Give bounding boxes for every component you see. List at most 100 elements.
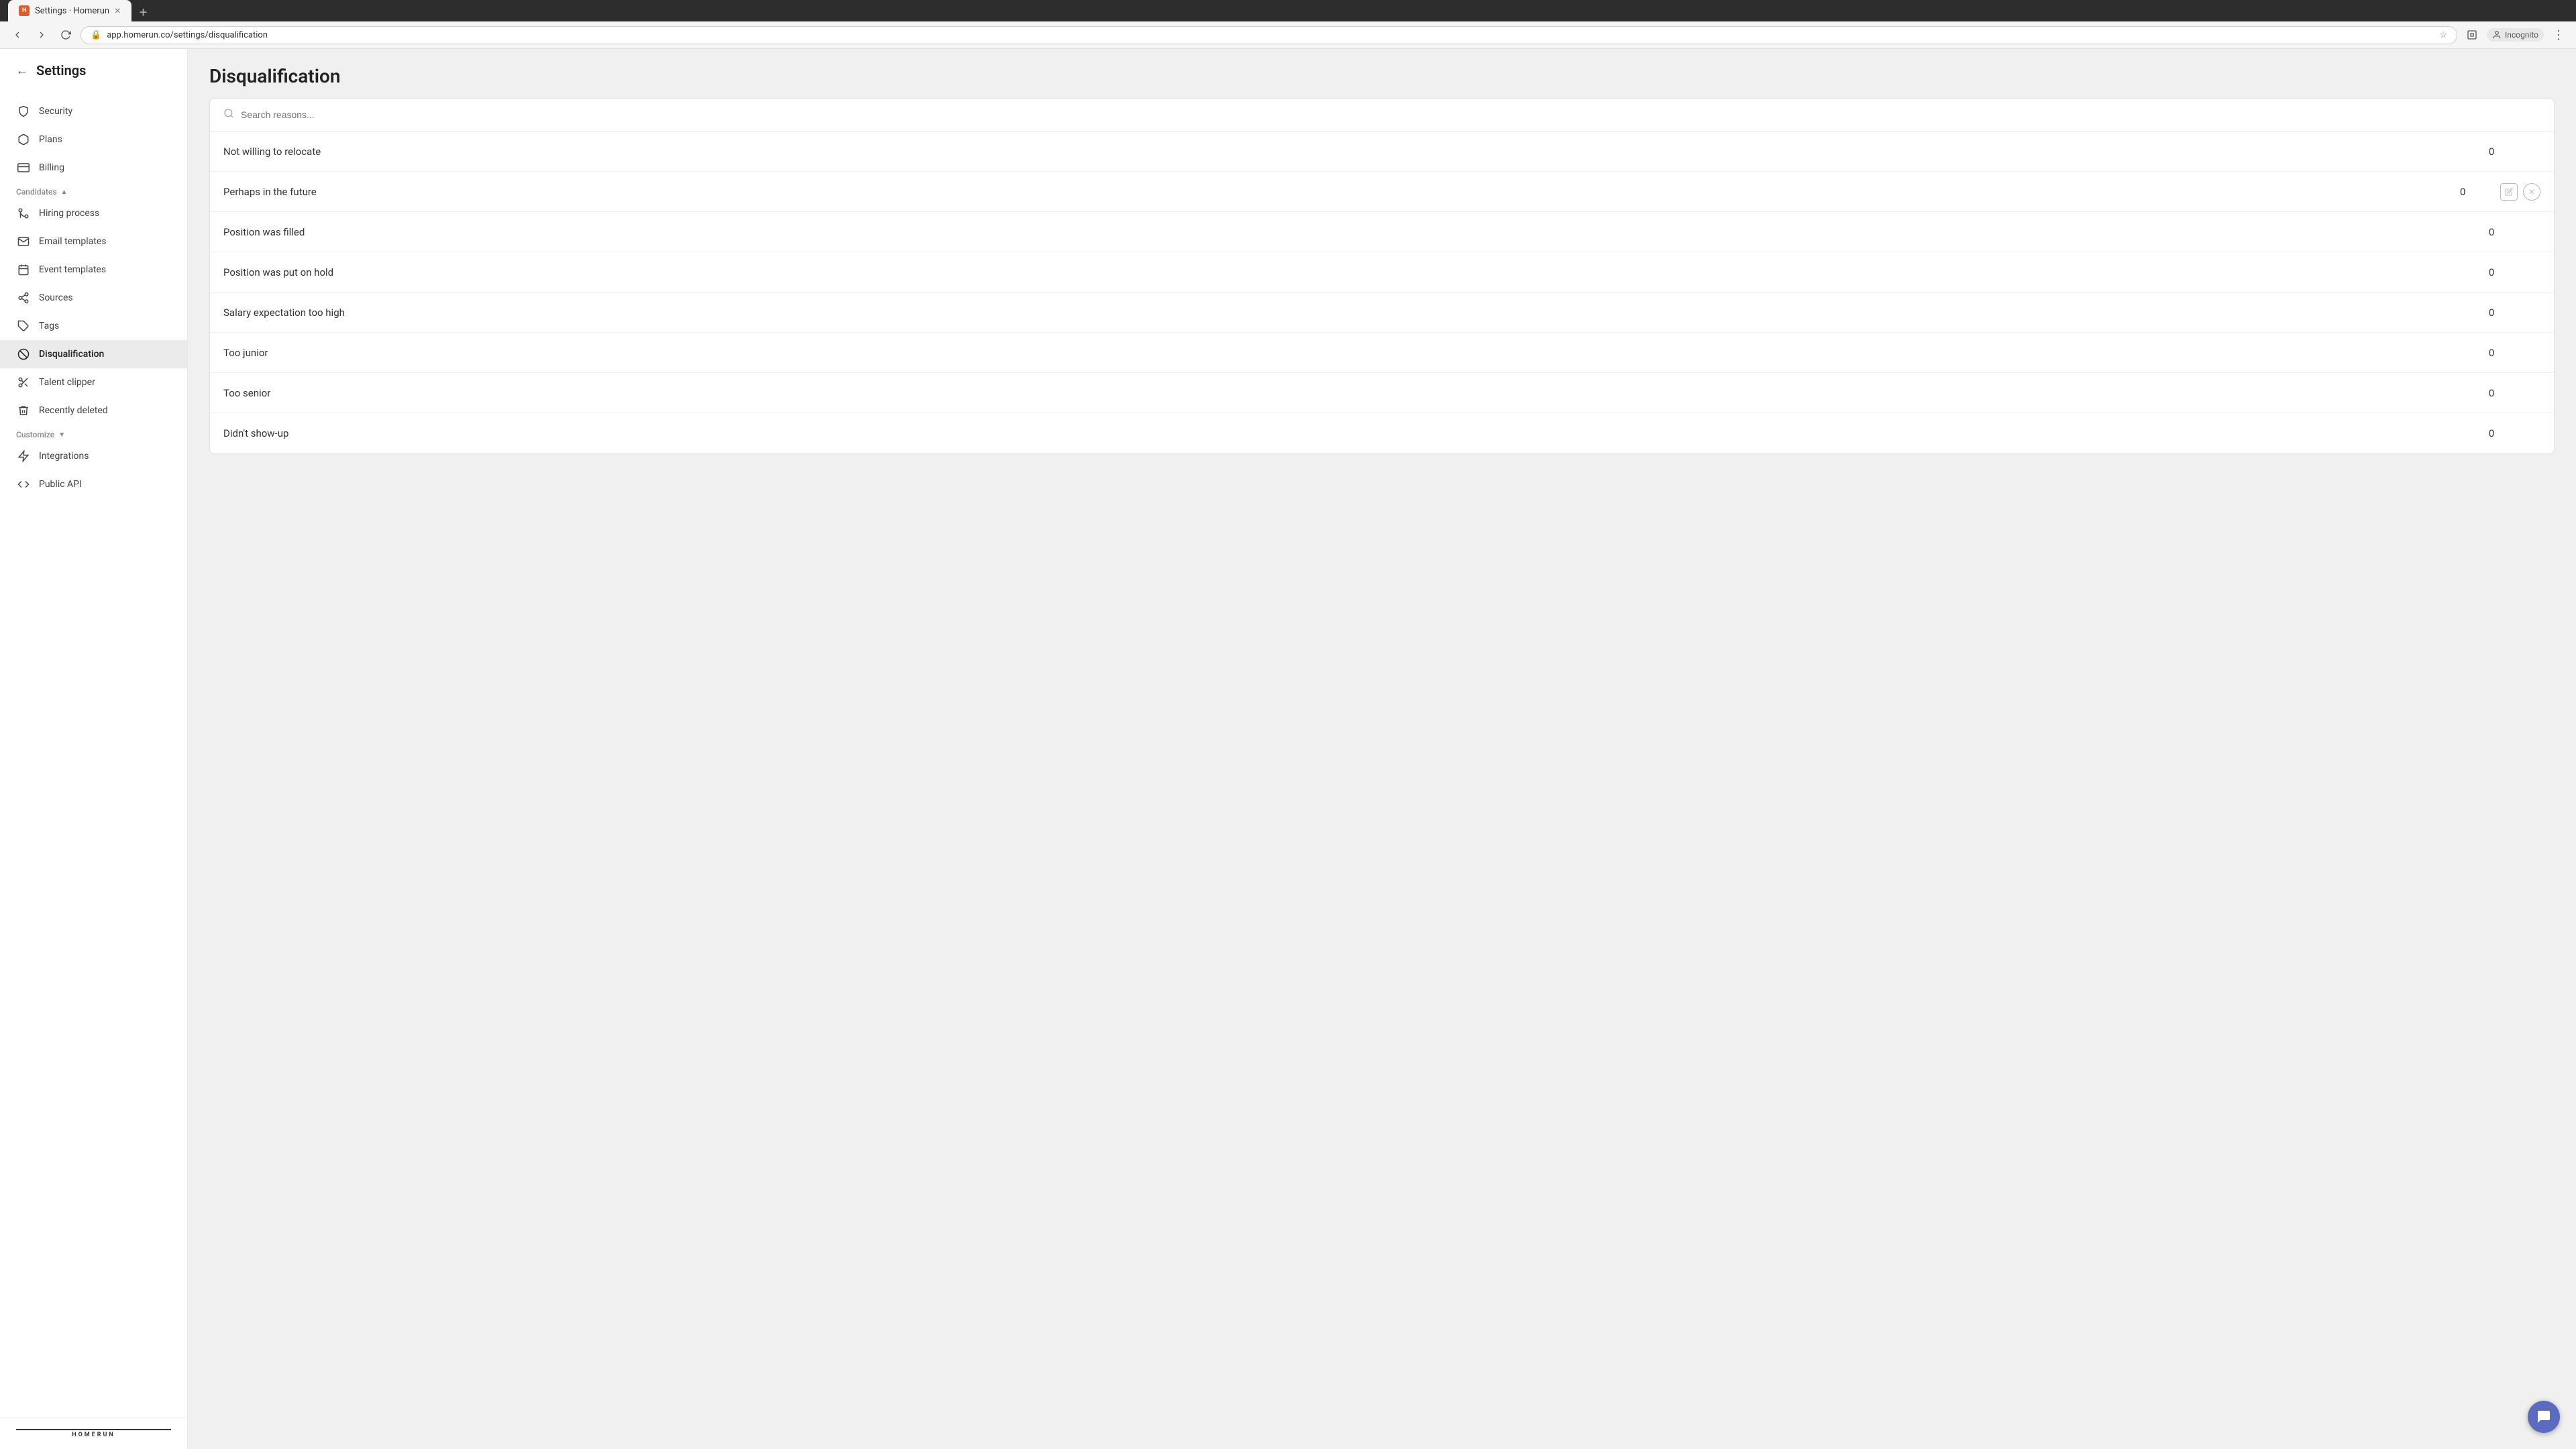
sidebar-item-plans[interactable]: Plans [0, 125, 187, 154]
table-row: Not willing to relocate 0 ··· [210, 131, 2554, 172]
row-label: Too senior [223, 387, 2489, 399]
lock-icon: 🔒 [91, 30, 101, 40]
extensions-button[interactable] [2463, 25, 2481, 44]
browser-menu-button[interactable]: ⋮ [2549, 25, 2568, 44]
row-label: Perhaps in the future [223, 186, 2460, 198]
git-branch-icon [16, 206, 31, 221]
reload-button[interactable] [56, 25, 75, 44]
sidebar-item-event-templates[interactable]: Event templates [0, 256, 187, 284]
sidebar-item-talent-clipper[interactable]: Talent clipper [0, 368, 187, 396]
sidebar-item-recently-deleted[interactable]: Recently deleted [0, 396, 187, 425]
content-area: Not willing to relocate 0 ··· Perhaps in… [188, 98, 2576, 1449]
chevron-down-icon: ▼ [58, 431, 65, 439]
sidebar: ← Settings Security Plans Bill [0, 49, 188, 1449]
box-icon [16, 132, 31, 147]
sidebar-item-label: Integrations [39, 451, 89, 462]
forward-nav-button[interactable] [32, 25, 51, 44]
credit-card-icon [16, 160, 31, 175]
table-row: Position was put on hold 0 ··· [210, 252, 2554, 292]
disqualification-list: Not willing to relocate 0 ··· Perhaps in… [209, 98, 2555, 454]
tab-close-button[interactable]: × [115, 5, 121, 16]
row-actions [2500, 183, 2540, 201]
calendar-icon [16, 262, 31, 277]
sidebar-navigation: Security Plans Billing Candidates ▲ [0, 92, 187, 1417]
bookmark-icon[interactable]: ☆ [2439, 30, 2447, 40]
row-count: 0 [2489, 387, 2529, 399]
search-icon [223, 108, 234, 121]
shield-icon [16, 104, 31, 119]
sidebar-item-label: Talent clipper [39, 377, 95, 388]
sidebar-item-label: Disqualification [39, 349, 104, 360]
row-label: Didn't show-up [223, 427, 2489, 439]
slash-icon [16, 347, 31, 362]
sidebar-title: Settings [36, 62, 86, 78]
sidebar-item-label: Sources [39, 292, 73, 303]
trash-icon [16, 403, 31, 418]
tab-title: Settings · Homerun [35, 6, 109, 16]
tab-favicon: H [19, 5, 30, 16]
page-header: Disqualification [188, 49, 2576, 98]
zap-icon [16, 449, 31, 464]
sidebar-item-security[interactable]: Security [0, 97, 187, 125]
table-row: Position was filled 0 ··· [210, 212, 2554, 252]
mail-icon [16, 234, 31, 249]
row-count: 0 [2489, 427, 2529, 439]
row-count: 0 [2489, 347, 2529, 359]
table-row: Didn't show-up 0 ··· [210, 413, 2554, 453]
more-options-button[interactable]: ··· [2529, 386, 2540, 400]
chevron-up-icon: ▲ [61, 189, 68, 196]
tag-icon [16, 319, 31, 333]
share-icon [16, 290, 31, 305]
homerun-logo: HOMERUN [16, 1429, 171, 1438]
row-label: Position was filled [223, 226, 2489, 238]
sidebar-item-label: Recently deleted [39, 405, 108, 416]
browser-chrome: H Settings · Homerun × + 🔒 app.homerun.c… [0, 0, 2576, 49]
row-count: 0 [2489, 266, 2529, 278]
more-options-button[interactable]: ··· [2529, 144, 2540, 158]
sidebar-item-label: Security [39, 106, 72, 117]
candidates-section-label[interactable]: Candidates ▲ [0, 182, 187, 199]
table-row: Salary expectation too high 0 ··· [210, 292, 2554, 333]
chat-support-button[interactable] [2528, 1401, 2560, 1433]
more-options-button[interactable]: ··· [2529, 265, 2540, 279]
sidebar-item-label: Public API [39, 479, 82, 490]
sidebar-item-label: Tags [39, 321, 59, 331]
incognito-badge: Incognito [2487, 28, 2544, 42]
row-label: Not willing to relocate [223, 146, 2489, 158]
sidebar-item-integrations[interactable]: Integrations [0, 442, 187, 470]
more-options-button[interactable]: ··· [2529, 305, 2540, 319]
row-label: Salary expectation too high [223, 307, 2489, 319]
row-count: 0 [2489, 146, 2529, 158]
sidebar-item-email-templates[interactable]: Email templates [0, 227, 187, 256]
back-nav-button[interactable] [8, 25, 27, 44]
url-display: app.homerun.co/settings/disqualification [107, 30, 2434, 40]
table-row: Perhaps in the future 0 [210, 172, 2554, 212]
more-options-button[interactable]: ··· [2529, 345, 2540, 360]
scissors-icon [16, 375, 31, 390]
main-content: Disqualification Not willing to relocate… [188, 49, 2576, 1449]
row-count: 0 [2489, 226, 2529, 238]
sidebar-item-hiring-process[interactable]: Hiring process [0, 199, 187, 227]
settings-back-button[interactable]: ← [16, 64, 28, 78]
sidebar-item-disqualification[interactable]: Disqualification [0, 340, 187, 368]
sidebar-item-label: Email templates [39, 236, 107, 247]
table-row: Too junior 0 ··· [210, 333, 2554, 373]
customize-section-label[interactable]: Customize ▼ [0, 425, 187, 442]
sidebar-item-sources[interactable]: Sources [0, 284, 187, 312]
more-options-button[interactable]: ··· [2529, 225, 2540, 239]
new-tab-button[interactable]: + [134, 3, 153, 21]
sidebar-item-public-api[interactable]: Public API [0, 470, 187, 498]
more-options-button[interactable]: ··· [2529, 427, 2540, 441]
search-reasons-input[interactable] [241, 109, 2540, 120]
address-bar[interactable]: 🔒 app.homerun.co/settings/disqualificati… [80, 26, 2457, 44]
row-count: 0 [2460, 186, 2500, 198]
sidebar-item-tags[interactable]: Tags [0, 312, 187, 340]
row-label: Too junior [223, 347, 2489, 359]
sidebar-item-label: Plans [39, 134, 62, 145]
row-count: 0 [2489, 307, 2529, 319]
sidebar-item-billing[interactable]: Billing [0, 154, 187, 182]
row-label: Position was put on hold [223, 266, 2489, 278]
active-tab[interactable]: H Settings · Homerun × [8, 0, 131, 21]
delete-button[interactable] [2523, 183, 2540, 201]
edit-button[interactable] [2500, 183, 2518, 201]
